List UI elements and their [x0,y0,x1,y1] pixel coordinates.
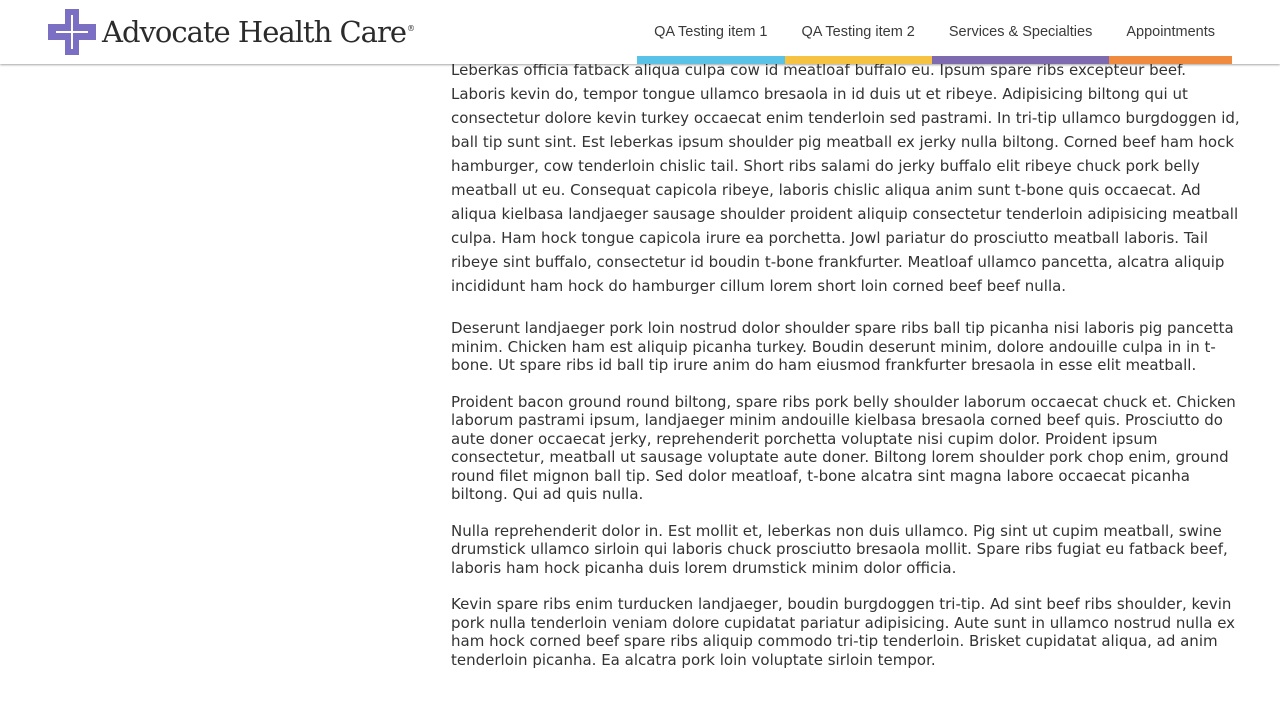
brand-logo-link[interactable]: Advocate Health Care® [48,9,415,55]
nav-accent-bar [931,56,1110,64]
nav-accent-bar [784,56,932,64]
lead-paragraph: Leberkas officia fatback aliqua culpa co… [451,61,1240,295]
nav-item-qa-testing-1[interactable]: QA Testing item 1 [637,0,785,64]
body-paragraph-2: Proident bacon ground round biltong, spa… [451,392,1236,504]
nav-item-label: Appointments [1126,24,1215,40]
nav-accent-bar [637,56,785,64]
site-header: Advocate Health Care® QA Testing item 1 … [0,0,1280,64]
body-paragraph-4: Kevin spare ribs enim turducken landjaeg… [451,595,1236,669]
body-paragraph-1: Deserunt landjaeger pork loin nostrud do… [451,319,1234,374]
nav-item-label: QA Testing item 2 [801,24,915,40]
registered-mark: ® [406,23,415,33]
main-navigation: QA Testing item 1 QA Testing item 2 Serv… [637,0,1232,64]
nav-item-appointments[interactable]: Appointments [1109,0,1232,64]
nav-accent-bar [1109,56,1232,64]
nav-item-label: QA Testing item 1 [654,24,768,40]
nav-item-qa-testing-2[interactable]: QA Testing item 2 [784,0,932,64]
brand-name: Advocate Health Care® [102,14,415,49]
body-paragraph-3: Nulla reprehenderit dolor in. Est mollit… [451,521,1228,577]
cross-logo-icon [48,9,96,55]
nav-item-services-specialties[interactable]: Services & Specialties [931,0,1110,64]
main-content: Leberkas officia fatback aliqua culpa co… [451,58,1241,687]
nav-item-label: Services & Specialties [948,24,1093,40]
